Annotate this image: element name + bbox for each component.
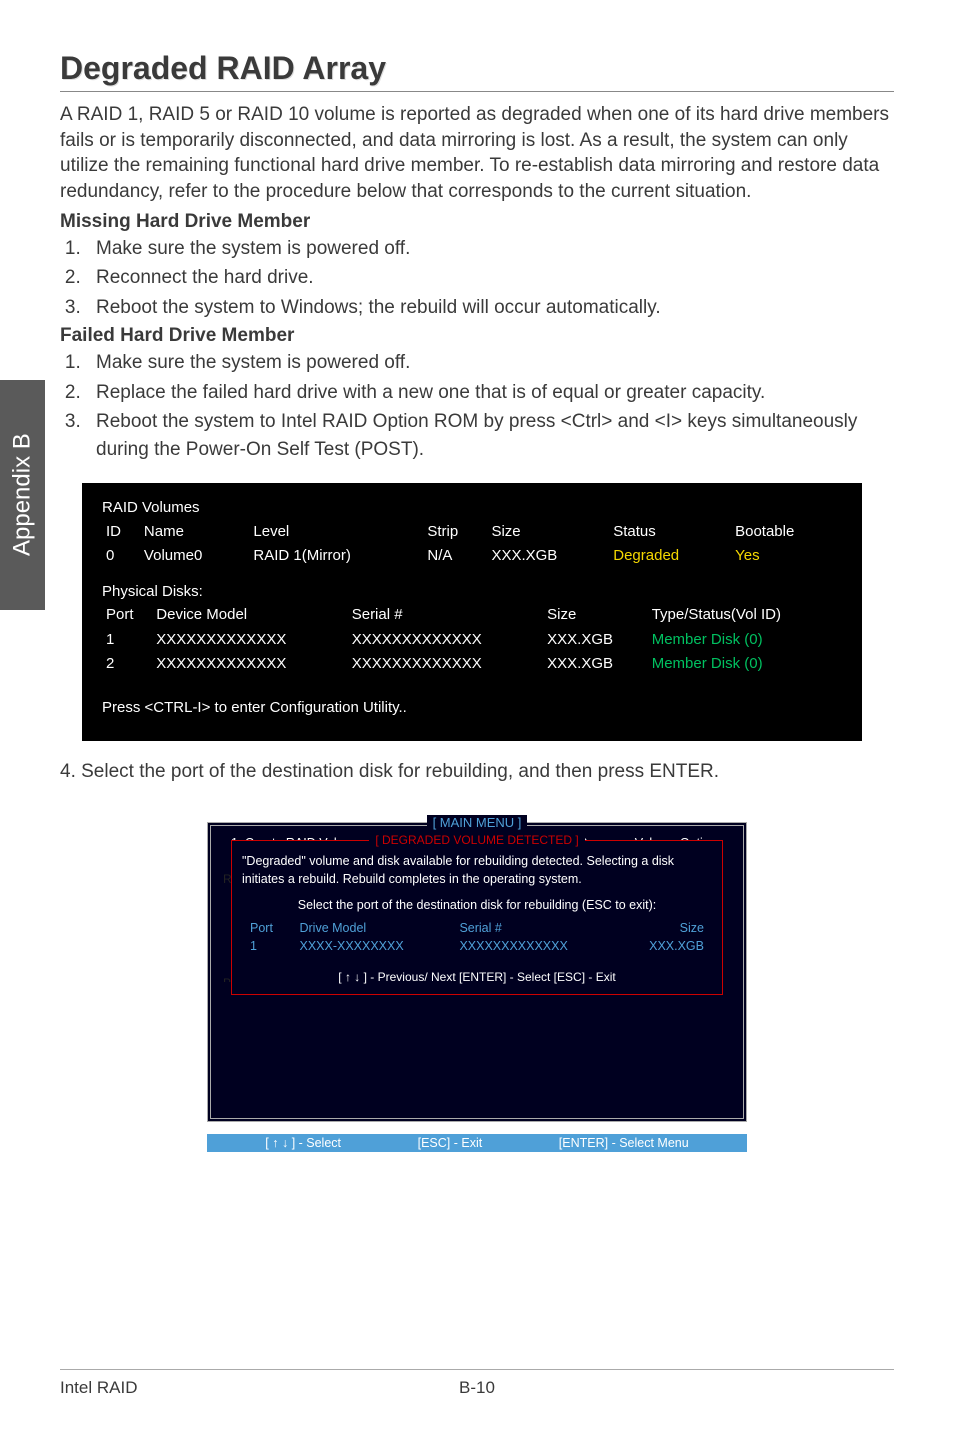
dialog-select-prompt: Select the port of the destination disk … (242, 898, 712, 912)
cell-level: RAID 1(Mirror) (249, 544, 423, 569)
table-header-row: Port Device Model Serial # Size Type/Sta… (102, 603, 842, 628)
missing-heading: Missing Hard Drive Member (60, 211, 894, 233)
cell-size: XXX.XGB (543, 652, 648, 677)
intro-paragraph: A RAID 1, RAID 5 or RAID 10 volume is re… (60, 102, 894, 205)
dialog-message: "Degraded" volume and disk available for… (242, 853, 712, 888)
step-4-text: 4. Select the port of the destination di… (60, 761, 894, 783)
table-row: 1 XXXXXXXXXXXXX XXXXXXXXXXXXX XXX.XGB Me… (102, 628, 842, 653)
cell-type: Member Disk (0) (648, 628, 842, 653)
bios-outer-frame: 1. Create RAID Volume 4. Recovery Volume… (207, 822, 747, 1122)
list-item: Make sure the system is powered off. (86, 349, 894, 377)
col-port: Port (244, 920, 291, 936)
cell-bootable: Yes (731, 544, 842, 569)
footer-page-number: B-10 (459, 1378, 495, 1398)
bios-footer-bar: [ ↑ ↓ ] - Select [ESC] - Exit [ENTER] - … (207, 1134, 747, 1152)
col-name: Name (140, 520, 249, 545)
failed-heading: Failed Hard Drive Member (60, 325, 894, 347)
footer-left: Intel RAID (60, 1378, 137, 1398)
cell-port: 1 (244, 938, 291, 954)
rebuild-disk-table: Port Drive Model Serial # Size 1 XXXX-XX… (242, 918, 712, 956)
list-item: Reconnect the hard drive. (86, 264, 894, 292)
cell-device: XXXXXXXXXXXXX (152, 628, 347, 653)
cell-device: XXXXXXXXXXXXX (152, 652, 347, 677)
cell-status: Degraded (609, 544, 731, 569)
col-port: Port (102, 603, 152, 628)
col-type: Type/Status(Vol ID) (648, 603, 842, 628)
cell-size: XXX.XGB (543, 628, 648, 653)
cell-serial: XXXXXXXXXXXXX (453, 938, 617, 954)
col-level: Level (249, 520, 423, 545)
list-item: Reboot the system to Windows; the rebuil… (86, 294, 894, 322)
cell-strip: N/A (423, 544, 487, 569)
dialog-nav-hints: [ ↑ ↓ ] - Previous/ Next [ENTER] - Selec… (242, 970, 712, 984)
raid-volumes-table: ID Name Level Strip Size Status Bootable… (102, 520, 842, 569)
col-size: Size (619, 920, 710, 936)
table-header-row: Port Drive Model Serial # Size (244, 920, 710, 936)
cell-serial: XXXXXXXXXXXXX (348, 628, 543, 653)
cell-name: Volume0 (140, 544, 249, 569)
col-id: ID (102, 520, 140, 545)
footer-exit-hint: [ESC] - Exit (418, 1136, 483, 1150)
cell-type: Member Disk (0) (648, 652, 842, 677)
cell-port: 1 (102, 628, 152, 653)
list-item: Make sure the system is powered off. (86, 235, 894, 263)
footer-menu-hint: [ENTER] - Select Menu (559, 1136, 689, 1150)
col-drive: Drive Model (293, 920, 451, 936)
cell-size: XXX.XGB (487, 544, 609, 569)
raid-config-prompt: Press <CTRL-I> to enter Configuration Ut… (102, 697, 842, 720)
raid-volumes-label: RAID Volumes (102, 497, 842, 520)
bios-main-menu-label: [ MAIN MENU ] (427, 815, 528, 830)
cell-drive: XXXX-XXXXXXXX (293, 938, 451, 954)
missing-steps-list: Make sure the system is powered off. Rec… (60, 235, 894, 322)
dialog-title: [ DEGRADED VOLUME DETECTED ] (242, 833, 712, 847)
table-row[interactable]: 1 XXXX-XXXXXXXX XXXXXXXXXXXXX XXX.XGB (244, 938, 710, 954)
col-serial: Serial # (348, 603, 543, 628)
table-row: 2 XXXXXXXXXXXXX XXXXXXXXXXXXX XXX.XGB Me… (102, 652, 842, 677)
list-item: Replace the failed hard drive with a new… (86, 379, 894, 407)
degraded-volume-dialog: [ DEGRADED VOLUME DETECTED ] "Degraded" … (231, 840, 723, 995)
raid-info-panel: RAID Volumes ID Name Level Strip Size St… (82, 483, 862, 741)
table-row: 0 Volume0 RAID 1(Mirror) N/A XXX.XGB Deg… (102, 544, 842, 569)
footer-select-hint: [ ↑ ↓ ] - Select (265, 1136, 341, 1150)
page-title: Degraded RAID Array (60, 50, 894, 92)
page-footer: Intel RAID B-10 (60, 1369, 894, 1398)
cell-port: 2 (102, 652, 152, 677)
bios-screenshot: [ MAIN MENU ] 1. Create RAID Volume 4. R… (207, 807, 747, 1122)
cell-size: XXX.XGB (619, 938, 710, 954)
cell-serial: XXXXXXXXXXXXX (348, 652, 543, 677)
table-header-row: ID Name Level Strip Size Status Bootable (102, 520, 842, 545)
col-serial: Serial # (453, 920, 617, 936)
col-size: Size (487, 520, 609, 545)
col-strip: Strip (423, 520, 487, 545)
col-device: Device Model (152, 603, 347, 628)
cell-id: 0 (102, 544, 140, 569)
physical-disks-label: Physical Disks: (102, 581, 842, 604)
failed-steps-list: Make sure the system is powered off. Rep… (60, 349, 894, 463)
col-status: Status (609, 520, 731, 545)
physical-disks-table: Port Device Model Serial # Size Type/Sta… (102, 603, 842, 677)
col-bootable: Bootable (731, 520, 842, 545)
list-item: Reboot the system to Intel RAID Option R… (86, 408, 894, 463)
col-size: Size (543, 603, 648, 628)
